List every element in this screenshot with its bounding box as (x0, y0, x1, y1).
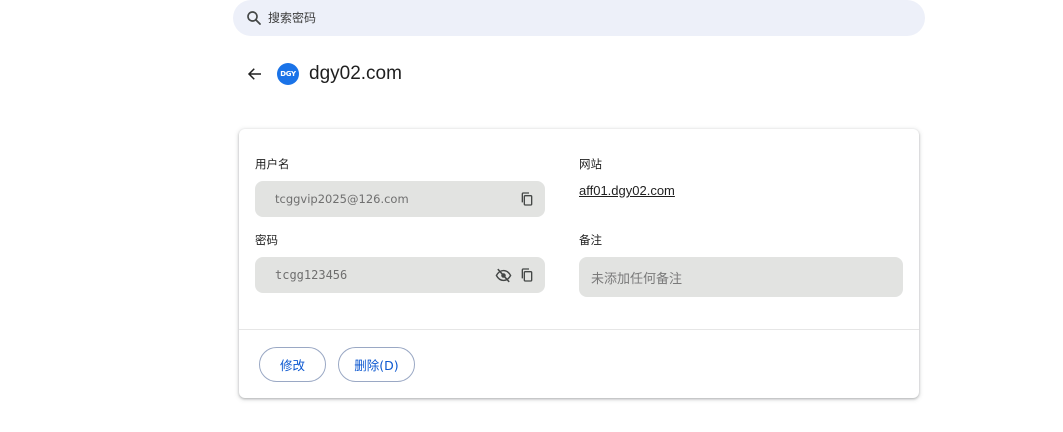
notes-label: 备注 (579, 233, 602, 247)
search-input[interactable] (268, 11, 868, 25)
back-button[interactable] (243, 62, 267, 86)
delete-button[interactable]: 删除(D) (338, 347, 415, 382)
site-logo: DGY (277, 63, 299, 85)
copy-username-button[interactable] (517, 189, 537, 209)
toggle-password-button[interactable] (493, 265, 513, 285)
notes-placeholder: 未添加任何备注 (591, 271, 683, 287)
arrow-left-icon (247, 68, 261, 80)
username-field: tcggvip2025@126.com (255, 181, 545, 217)
website-link[interactable]: aff01.dgy02.com (579, 183, 675, 198)
website-label: 网站 (579, 157, 602, 171)
search-bar[interactable] (233, 0, 925, 36)
copy-icon (521, 192, 533, 206)
username-label: 用户名 (255, 157, 290, 171)
password-value: tcgg123456 (275, 268, 348, 282)
page-title: dgy02.com (309, 63, 402, 84)
eye-off-icon (495, 268, 511, 282)
card-divider (239, 329, 919, 330)
credential-card: 用户名 tcggvip2025@126.com 密码 tcgg123456 网站… (239, 129, 919, 398)
search-icon (245, 9, 263, 27)
username-value: tcggvip2025@126.com (275, 192, 409, 206)
page-header: DGY dgy02.com (243, 58, 402, 90)
edit-button[interactable]: 修改 (259, 347, 326, 382)
copy-password-button[interactable] (517, 265, 537, 285)
password-label: 密码 (255, 233, 278, 247)
copy-icon (521, 268, 533, 282)
notes-field: 未添加任何备注 (579, 257, 903, 297)
